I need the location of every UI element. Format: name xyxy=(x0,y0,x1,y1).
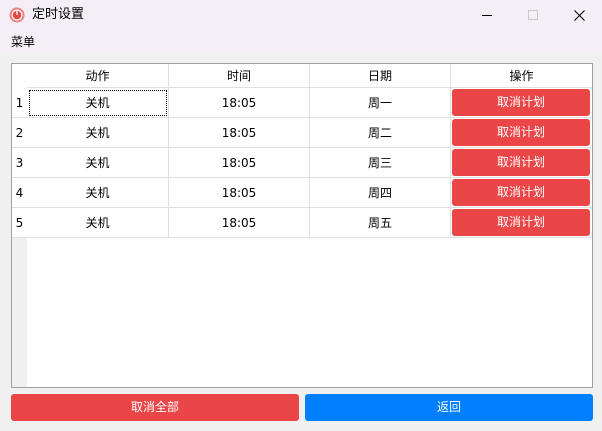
table-cell-day[interactable]: 周二 xyxy=(310,118,451,148)
row-header[interactable]: 4 xyxy=(12,178,27,208)
column-header-action[interactable]: 动作 xyxy=(27,64,169,88)
table-cell-day[interactable]: 周四 xyxy=(310,178,451,208)
title-bar: 定时设置 xyxy=(0,0,602,30)
column-header-day[interactable]: 日期 xyxy=(310,64,451,88)
row-header[interactable]: 5 xyxy=(12,208,27,238)
row-header[interactable]: 2 xyxy=(12,118,27,148)
table-cell-operation: 取消计划 xyxy=(451,118,592,148)
column-header-operation[interactable]: 操作 xyxy=(451,64,592,88)
row-header[interactable]: 1 xyxy=(12,88,27,118)
table-cell-time[interactable]: 18:05 xyxy=(169,88,310,118)
close-icon xyxy=(573,9,585,21)
table-cell-operation: 取消计划 xyxy=(451,148,592,178)
row-header[interactable]: 3 xyxy=(12,148,27,178)
cancel-plan-button[interactable]: 取消计划 xyxy=(452,179,590,206)
cancel-plan-button[interactable]: 取消计划 xyxy=(452,119,590,146)
table-cell-day[interactable]: 周五 xyxy=(310,208,451,238)
table-cell-action[interactable]: 关机 xyxy=(27,88,169,118)
table-cell-day[interactable]: 周一 xyxy=(310,88,451,118)
table-cell-operation: 取消计划 xyxy=(451,178,592,208)
maximize-icon xyxy=(528,10,538,20)
table-cell-time[interactable]: 18:05 xyxy=(169,208,310,238)
table-cell-time[interactable]: 18:05 xyxy=(169,178,310,208)
close-button[interactable] xyxy=(556,0,602,30)
minimize-button[interactable] xyxy=(464,0,510,30)
table-cell-operation: 取消计划 xyxy=(451,88,592,118)
table-corner xyxy=(12,64,27,88)
cancel-plan-button[interactable]: 取消计划 xyxy=(452,149,590,176)
power-icon xyxy=(9,7,25,23)
menu-bar: 菜单 xyxy=(0,30,602,54)
column-header-time[interactable]: 时间 xyxy=(169,64,310,88)
maximize-button[interactable] xyxy=(510,0,556,30)
cancel-all-button[interactable]: 取消全部 xyxy=(11,394,299,421)
back-button[interactable]: 返回 xyxy=(305,394,593,421)
table-cell-action[interactable]: 关机 xyxy=(27,118,169,148)
table-cell-time[interactable]: 18:05 xyxy=(169,118,310,148)
cancel-plan-button[interactable]: 取消计划 xyxy=(452,89,590,116)
window-title: 定时设置 xyxy=(32,7,85,22)
table-cell-action[interactable]: 关机 xyxy=(27,208,169,238)
table-cell-time[interactable]: 18:05 xyxy=(169,148,310,178)
table-cell-action[interactable]: 关机 xyxy=(27,178,169,208)
table-cell-action[interactable]: 关机 xyxy=(27,148,169,178)
cancel-plan-button[interactable]: 取消计划 xyxy=(452,209,590,236)
schedule-table: 动作 时间 日期 操作 1 关机 18:05 周一 取消计划 2 关机 18:0… xyxy=(11,63,593,388)
menu-item-menu[interactable]: 菜单 xyxy=(11,34,35,50)
minimize-icon xyxy=(482,15,492,16)
table-cell-operation: 取消计划 xyxy=(451,208,592,238)
table-cell-day[interactable]: 周三 xyxy=(310,148,451,178)
